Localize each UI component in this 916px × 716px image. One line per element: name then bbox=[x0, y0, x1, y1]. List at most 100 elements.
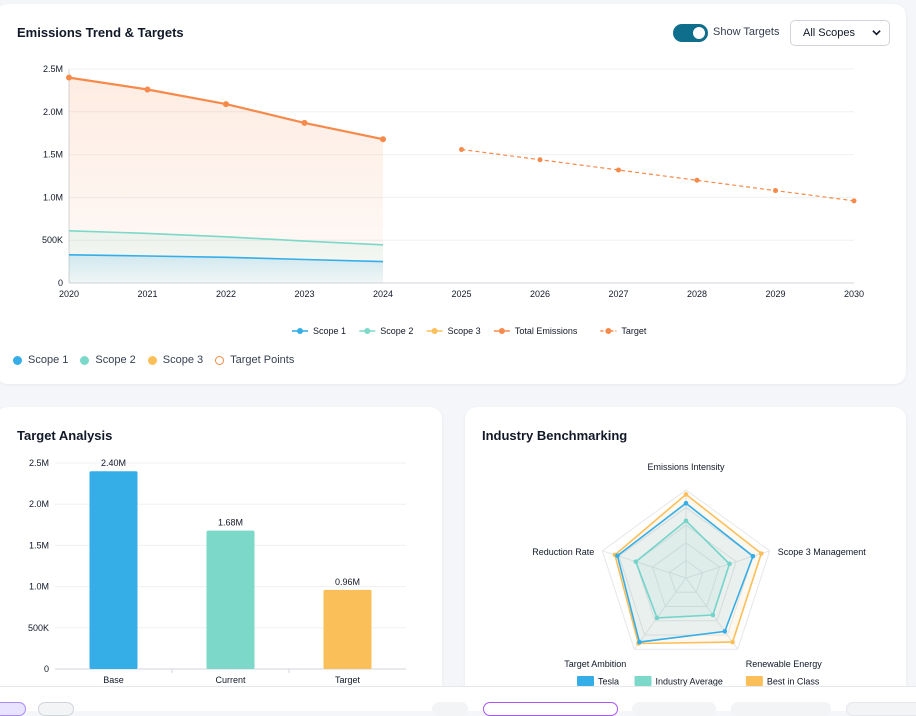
legend-item-scope3[interactable]: Scope 3 bbox=[147, 354, 204, 366]
legend-label: Scope 2 bbox=[380, 326, 413, 336]
target-point bbox=[851, 198, 857, 204]
bar-target bbox=[323, 589, 372, 669]
x-tick-label: 2024 bbox=[373, 289, 393, 299]
scope3-dot-icon bbox=[147, 355, 157, 365]
radar-point bbox=[750, 553, 756, 559]
scope-legend: Scope 1 Scope 2 Scope 3 Target Points bbox=[13, 354, 294, 366]
y-tick-label: 1.0M bbox=[29, 582, 49, 592]
target-analysis-card: Target Analysis 0 500K 1.0M 1.5M 2.0M 2.5M 2.4… bbox=[0, 407, 442, 707]
x-tick-label: 2022 bbox=[216, 289, 236, 299]
x-tick-label: 2026 bbox=[530, 289, 550, 299]
x-tick-label: 2030 bbox=[844, 289, 864, 299]
radar-axis-label: Target Ambition bbox=[564, 659, 626, 669]
total-emissions-point bbox=[66, 74, 72, 81]
legend-label-scope2: Scope 2 bbox=[95, 354, 136, 366]
legend-label-target-points: Target Points bbox=[230, 354, 295, 366]
y-tick-label: 2.5M bbox=[29, 458, 49, 468]
x-tick-label: 2023 bbox=[294, 289, 314, 299]
industry-benchmarking-card: Industry Benchmarking Emissions Intensit… bbox=[465, 407, 906, 707]
radar-point bbox=[683, 492, 689, 497]
target-point bbox=[459, 146, 464, 152]
x-tick-label: 2020 bbox=[59, 289, 79, 299]
total-emissions-point bbox=[301, 119, 308, 126]
radar-point bbox=[683, 500, 689, 506]
x-tick-label: 2021 bbox=[137, 289, 157, 299]
chart-legend-item: Scope 1 bbox=[292, 326, 346, 336]
chart-legend-item: Scope 2 bbox=[359, 326, 413, 336]
scope1-dot-icon bbox=[13, 355, 22, 365]
bar-base bbox=[89, 471, 138, 669]
legend-dot-icon bbox=[297, 328, 303, 334]
legend-label-scope3: Scope 3 bbox=[162, 354, 204, 366]
x-tick-label: 2025 bbox=[451, 289, 471, 299]
total-emissions-point bbox=[380, 136, 386, 143]
radar-axis-label: Renewable Energy bbox=[746, 659, 823, 669]
scope2-dot-icon bbox=[80, 355, 90, 365]
bottom-toolbar bbox=[0, 686, 916, 716]
radar-axis-label: Reduction Rate bbox=[532, 547, 594, 557]
legend-label: Total Emissions bbox=[515, 326, 578, 336]
total-emissions-point bbox=[223, 101, 229, 108]
target-point bbox=[537, 157, 543, 163]
legend-dot-icon bbox=[431, 328, 438, 334]
y-tick-label: 2.5M bbox=[43, 64, 63, 74]
radar-point bbox=[615, 553, 620, 559]
legend-label-scope1: Scope 1 bbox=[28, 354, 69, 366]
x-tick-label: Current bbox=[215, 675, 246, 685]
target-ring-icon bbox=[215, 355, 225, 365]
toolbar-button-6[interactable] bbox=[731, 702, 831, 716]
emissions-trend-card: Emissions Trend & Targets Show Targets A… bbox=[0, 4, 906, 384]
total-emissions-point bbox=[144, 86, 151, 93]
legend-label: Scope 1 bbox=[313, 326, 346, 336]
legend-swatch-icon bbox=[577, 676, 594, 686]
toolbar-button-4[interactable] bbox=[483, 702, 618, 716]
legend-item-target-points[interactable]: Target Points bbox=[215, 354, 294, 366]
radar-point bbox=[759, 551, 764, 556]
bar-data-label: 0.96M bbox=[335, 577, 360, 587]
legend-item-scope2[interactable]: Scope 2 bbox=[80, 354, 136, 366]
toolbar-button-3[interactable] bbox=[432, 702, 468, 716]
radar-point bbox=[722, 629, 728, 634]
chart-legend-item: Total Emissions bbox=[493, 326, 578, 336]
toolbar-button-1[interactable] bbox=[0, 702, 26, 716]
x-tick-label: 2027 bbox=[608, 289, 628, 299]
chart-legend-item: Scope 3 bbox=[426, 326, 481, 336]
y-tick-label: 0 bbox=[58, 278, 63, 288]
legend-dot-icon bbox=[605, 328, 612, 334]
toolbar-button-5[interactable] bbox=[632, 702, 716, 716]
x-tick-label: 2028 bbox=[687, 289, 707, 299]
radar-legend-item: Industry Average bbox=[634, 676, 723, 687]
chart-legend-item: Target bbox=[600, 326, 647, 336]
industry-benchmarking-chart: Emissions Intensity Scope 3 Management Ren… bbox=[532, 462, 867, 687]
y-tick-label: 500K bbox=[28, 623, 49, 633]
y-tick-label: 2.0M bbox=[43, 107, 63, 117]
legend-item-scope1[interactable]: Scope 1 bbox=[13, 354, 68, 366]
legend-swatch-icon bbox=[745, 676, 763, 686]
y-tick-label: 1.5M bbox=[29, 540, 49, 550]
bar-data-label: 1.68M bbox=[218, 518, 243, 528]
y-tick-label: 1.0M bbox=[43, 192, 63, 202]
legend-dot-icon bbox=[498, 328, 505, 334]
y-tick-label: 0 bbox=[44, 664, 49, 674]
toolbar-button-7[interactable] bbox=[846, 702, 916, 716]
legend-label: Industry Average bbox=[656, 677, 723, 687]
toolbar-button-2[interactable] bbox=[38, 702, 74, 716]
radar-point bbox=[730, 639, 735, 645]
radar-legend-item: Tesla bbox=[577, 676, 619, 687]
target-point bbox=[616, 167, 621, 173]
radar-axis-label: Emissions Intensity bbox=[647, 462, 725, 472]
y-tick-label: 1.5M bbox=[43, 150, 63, 160]
bar-current bbox=[206, 530, 255, 669]
x-tick-label: Target bbox=[335, 675, 361, 685]
radar-axis-label: Scope 3 Management bbox=[778, 547, 867, 557]
target-point bbox=[773, 188, 778, 194]
target-point bbox=[694, 177, 700, 183]
target-analysis-chart: 0 500K 1.0M 1.5M 2.0M 2.5M 2.40M Base 1.68M Curre… bbox=[28, 458, 406, 685]
legend-label: Target bbox=[621, 326, 647, 336]
emissions-trend-chart: 0 500K 1.0M 1.5M 2.0M 2.5M 2020 2021 2022 2023 202… bbox=[42, 64, 864, 336]
legend-label: Tesla bbox=[598, 677, 619, 687]
radar-legend-item: Best in Class bbox=[745, 676, 820, 687]
x-tick-label: 2029 bbox=[765, 289, 785, 299]
legend-dot-icon bbox=[364, 328, 371, 334]
legend-label: Best in Class bbox=[767, 677, 820, 687]
